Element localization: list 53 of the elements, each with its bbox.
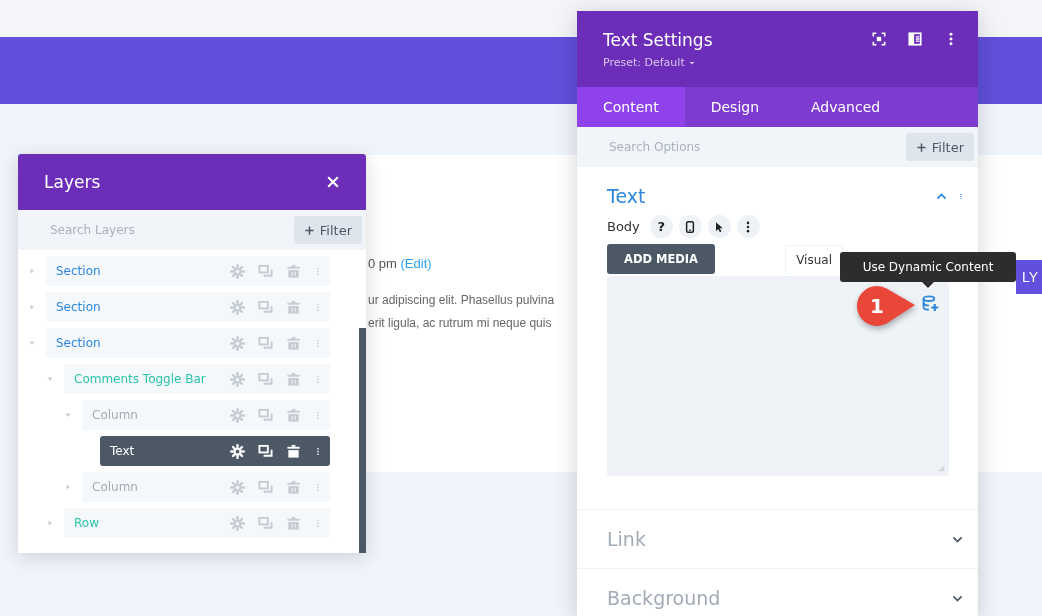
layer-label: Column (92, 480, 138, 494)
search-field[interactable]: Search Options (607, 139, 791, 155)
collapse-arrow-icon[interactable] (64, 411, 72, 419)
expand-arrow-icon[interactable] (28, 267, 36, 275)
panel-title: Layers (44, 172, 101, 192)
search-field[interactable]: Search Layers (48, 222, 232, 238)
layer-label: Row (74, 516, 99, 530)
settings-tab[interactable]: Design (684, 87, 786, 127)
field-label: Body (607, 219, 640, 234)
layer-label: Text (110, 444, 135, 458)
editor-tab[interactable]: Visual (785, 245, 843, 274)
settings-icon[interactable] (230, 443, 245, 459)
fullscreen-icon[interactable] (872, 32, 886, 46)
device-button[interactable] (678, 215, 702, 238)
section-title[interactable]: Text (607, 185, 646, 207)
dynamic-content-icon[interactable] (922, 295, 939, 312)
settings-tab[interactable]: Content (577, 87, 685, 127)
comment-meta: 0 pm (Edit) (368, 256, 433, 273)
layer-item[interactable]: Text (100, 436, 330, 466)
collapse-arrow-icon[interactable] (28, 339, 36, 347)
add-media-button[interactable]: ADD MEDIA (607, 244, 715, 274)
layer-label: Section (56, 264, 101, 278)
step-callout: 1 (855, 284, 917, 328)
filter-button[interactable]: Filter (293, 216, 362, 244)
comment-text: erit ligula, ac rutrum mi neque quis (368, 315, 553, 332)
tooltip: Use Dynamic Content (840, 252, 1016, 282)
edit-link[interactable]: (Edit) (400, 256, 432, 271)
trash-icon[interactable] (286, 443, 301, 459)
layout-icon[interactable] (908, 32, 922, 46)
options-button[interactable] (736, 215, 760, 238)
duplicate-icon[interactable] (258, 443, 273, 459)
preset-dropdown[interactable]: Preset: Default (603, 56, 713, 69)
collapse-arrow-icon[interactable] (46, 375, 54, 383)
phone-icon (684, 220, 697, 233)
hover-button[interactable] (707, 215, 731, 238)
tooltip-pointer (922, 282, 934, 288)
expand-arrow-icon[interactable] (46, 519, 54, 527)
reply-button[interactable]: LY (1016, 260, 1042, 294)
help-button[interactable]: ? (649, 215, 673, 238)
expand-arrow-icon[interactable] (64, 483, 72, 491)
comment-text: ur adipiscing elit. Phasellus pulvina (368, 292, 555, 309)
plus-icon (915, 141, 927, 153)
close-icon[interactable] (326, 175, 340, 189)
layer-label: Section (56, 336, 101, 350)
settings-tab[interactable]: Advanced (785, 87, 907, 127)
plus-icon (303, 224, 315, 236)
layer-label: Section (56, 300, 101, 314)
scrollbar[interactable] (359, 328, 366, 553)
panel-title: Text Settings (603, 30, 713, 50)
layer-label: Column (92, 408, 138, 422)
layer-label: Comments Toggle Bar (74, 372, 206, 386)
filter-button[interactable]: Filter (905, 133, 974, 161)
expand-arrow-icon[interactable] (28, 303, 36, 311)
